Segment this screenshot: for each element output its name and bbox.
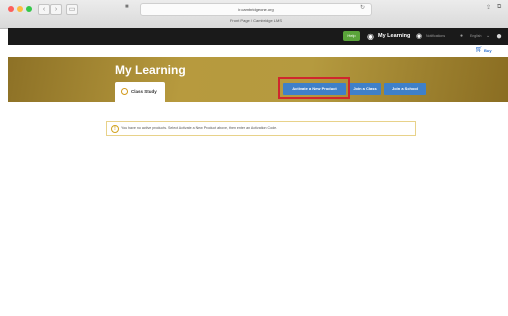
- maximize-window-button[interactable]: [26, 6, 32, 12]
- notice-text: You have no active products. Select Acti…: [121, 126, 278, 130]
- tab-class-study[interactable]: Class Study: [115, 82, 165, 102]
- minimize-window-button[interactable]: [17, 6, 23, 12]
- user-avatar-icon[interactable]: ●: [496, 28, 502, 45]
- help-button[interactable]: Help: [343, 31, 360, 41]
- notification-count-icon: ●: [460, 33, 464, 39]
- shield-icon: ■: [125, 4, 129, 10]
- sidebar-toggle-icon[interactable]: ▭: [66, 4, 78, 15]
- tab-title[interactable]: Front Page / Cambridge LMS: [140, 18, 372, 24]
- no-products-notice: ! You have no active products. Select Ac…: [106, 121, 416, 136]
- address-bar[interactable]: ir.cambridgeone.org: [140, 3, 372, 16]
- my-learning-banner: My Learning Class Study Activate a New P…: [8, 57, 508, 102]
- url-text: ir.cambridgeone.org: [238, 7, 274, 12]
- tab-class-study-label: Class Study: [131, 89, 157, 94]
- my-learning-icon: ◉: [367, 32, 374, 41]
- reload-icon[interactable]: ↻: [360, 4, 365, 11]
- close-window-button[interactable]: [8, 6, 14, 12]
- site-header: Help ◉ My Learning ◉ Notifications ● Eng…: [8, 28, 508, 45]
- tabs-overview-icon[interactable]: ⧉: [497, 4, 501, 11]
- share-icon[interactable]: ⇪: [486, 4, 491, 11]
- warning-icon: !: [111, 125, 119, 133]
- join-class-button[interactable]: Join a Class: [349, 83, 381, 95]
- browser-toolbar: ‹ › ▭ ■ ir.cambridgeone.org ↻ Front Page…: [0, 0, 508, 29]
- cart-icon[interactable]: 🛒︎: [475, 46, 483, 53]
- class-study-icon: [121, 88, 128, 95]
- notifications-icon[interactable]: ◉: [416, 28, 422, 45]
- language-selector[interactable]: English: [470, 28, 481, 45]
- chevron-down-icon[interactable]: ⌄: [486, 28, 490, 45]
- join-school-button[interactable]: Join a School: [384, 83, 426, 95]
- my-learning-link[interactable]: My Learning: [378, 28, 410, 45]
- back-button[interactable]: ‹: [38, 4, 50, 15]
- activate-highlight-box: [278, 77, 350, 99]
- forward-button[interactable]: ›: [50, 4, 62, 15]
- subheader-bar: 🛒︎ Buy Materials: [8, 45, 508, 65]
- page-title: My Learning: [115, 63, 186, 77]
- notifications-link[interactable]: Notifications: [426, 28, 445, 45]
